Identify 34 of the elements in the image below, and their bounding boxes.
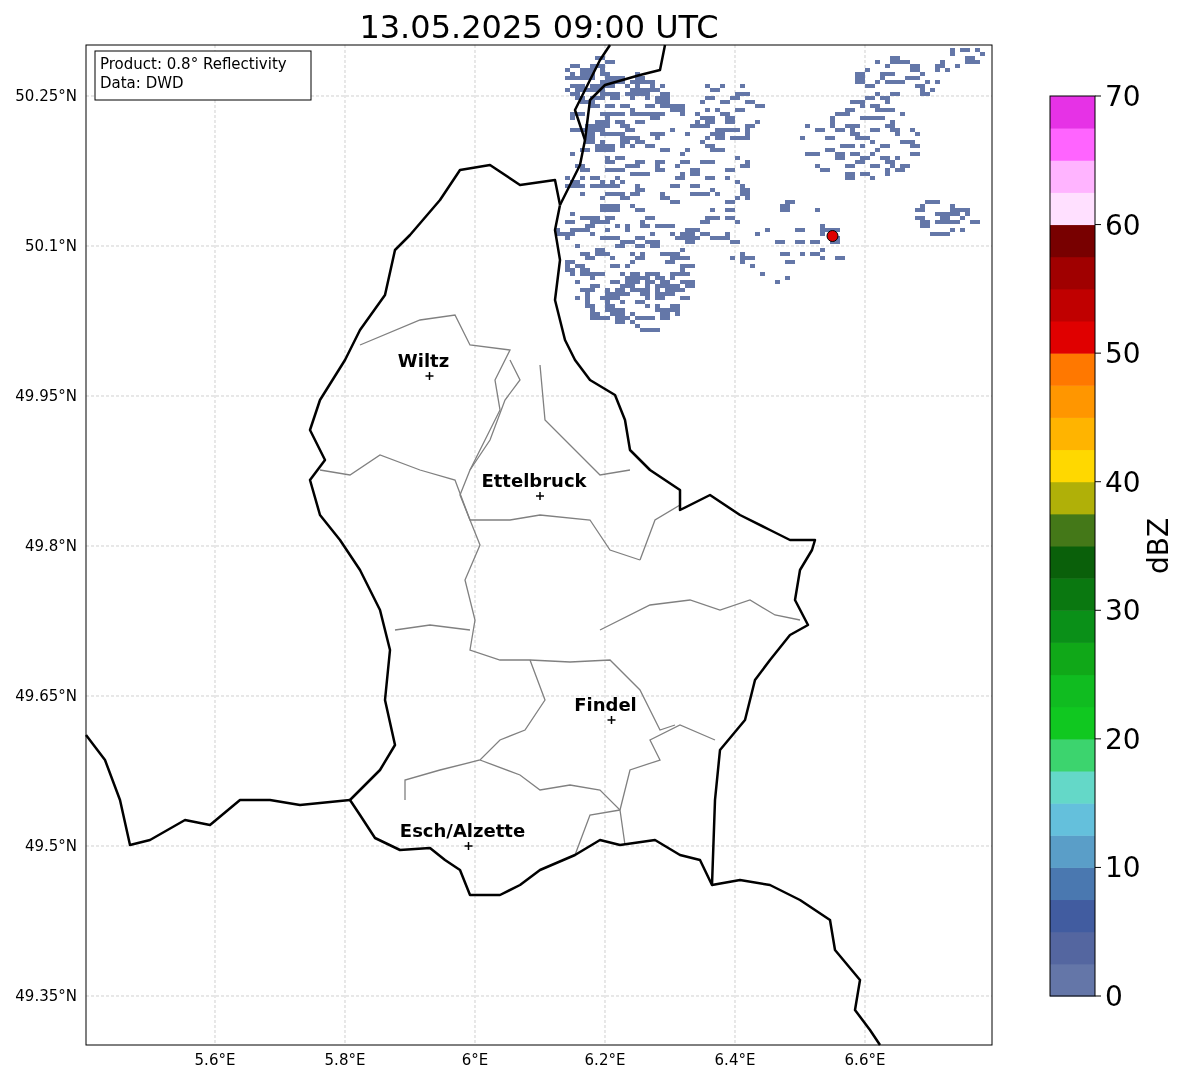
- city-marker-icon: [606, 715, 617, 725]
- city-label: Wiltz: [397, 350, 450, 371]
- axis-tick-label: 50.25°N: [15, 87, 77, 105]
- colorbar-tick-label: 60: [1105, 208, 1141, 242]
- colorbar-tick-label: 10: [1105, 851, 1141, 885]
- axis-tick-label: 49.95°N: [15, 387, 77, 405]
- axis-tick-label: 49.65°N: [15, 687, 77, 705]
- info-text: Data: DWD: [100, 74, 184, 92]
- axis-tick-label: 5.6°E: [194, 1051, 236, 1069]
- colorbar-tick-label: 70: [1105, 80, 1141, 113]
- axis-tick-label: 6.4°E: [714, 1051, 756, 1069]
- city-marker-icon: [463, 841, 474, 851]
- axis-tick-label: 6°E: [461, 1051, 489, 1069]
- city-marker-icon: [424, 371, 435, 381]
- axis-tick-label: 49.5°N: [24, 837, 77, 855]
- colorbar-label: dBZ: [1142, 517, 1175, 575]
- axis-tick-label: 6.2°E: [584, 1051, 626, 1069]
- axis-tick-label: 49.35°N: [15, 987, 77, 1005]
- colorbar-tick-label: 0: [1105, 980, 1123, 1013]
- colorbar-tick-label: 40: [1105, 465, 1141, 499]
- city-label: Esch/Alzette: [399, 820, 526, 841]
- city-label: Ettelbruck: [481, 470, 587, 491]
- chart-title: 13.05.2025 09:00 UTC: [359, 8, 719, 46]
- axis-tick-label: 5.8°E: [324, 1051, 366, 1069]
- city-label: Findel: [574, 694, 637, 715]
- colorbar-tick-label: 20: [1105, 722, 1141, 756]
- colorbar-tick-label: 30: [1105, 594, 1141, 628]
- axis-tick-label: 49.8°N: [24, 537, 77, 555]
- city-marker-icon: [535, 491, 545, 501]
- colorbar-tick-label: 50: [1105, 337, 1141, 371]
- info-text: Product: 0.8° Reflectivity: [100, 55, 287, 73]
- axis-tick-label: 6.6°E: [844, 1051, 886, 1069]
- axis-tick-label: 50.1°N: [24, 237, 77, 255]
- radar-site-marker: [826, 230, 839, 242]
